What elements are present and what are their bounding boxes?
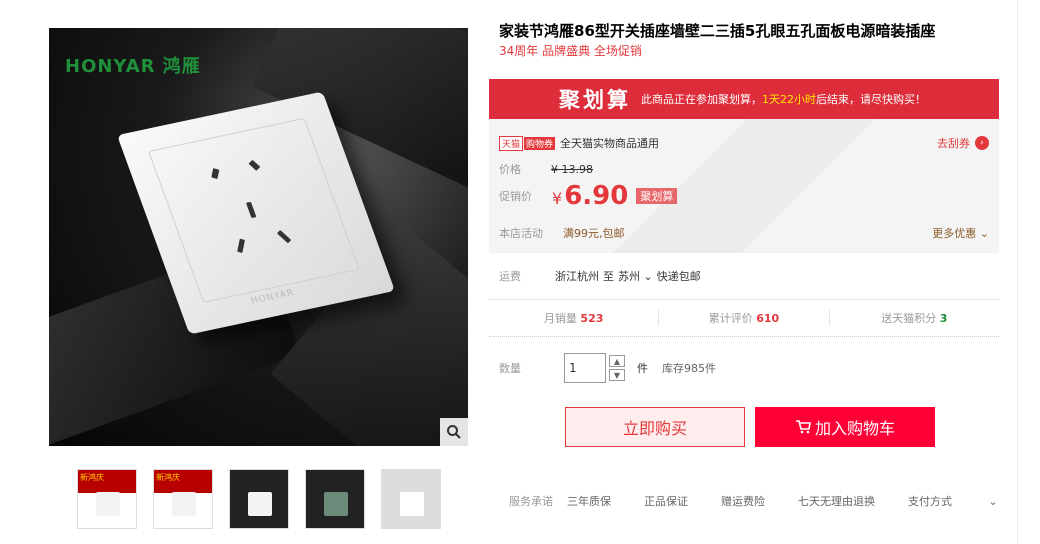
payment-methods[interactable]: 支付方式 ⌄ [908, 493, 1031, 509]
shop-activity-label: 本店活动 [499, 227, 543, 240]
more-offers-link[interactable]: 更多优惠 ⌄ [932, 225, 989, 241]
divider [489, 336, 999, 337]
promo-tag: 聚划算 [636, 188, 678, 204]
juhuasuan-notice: 此商品正在参加聚划算，1天22小时后结束，请尽快购买！ [641, 93, 926, 106]
thumbnail[interactable] [229, 469, 289, 529]
shipping-method: 快递包邮 [656, 270, 701, 283]
decrease-button[interactable]: ▼ [609, 369, 625, 381]
cart-icon [795, 420, 811, 434]
service-label: 服务承诺 [509, 495, 553, 508]
increase-button[interactable]: ▲ [609, 355, 625, 367]
tmall-points: 送天猫积分 3 [881, 312, 948, 325]
promo-row: 促销价 ¥6.90 聚划算 [499, 181, 678, 211]
coupon-badge: 购物券 [524, 136, 556, 150]
price-label: 价格 [499, 163, 521, 176]
juhuasuan-banner: 聚划算 此商品正在参加聚划算，1天22小时后结束，请尽快购买！ [489, 79, 999, 119]
countdown: 1天22小时 [762, 93, 816, 106]
shipping-to-word: 至 [603, 270, 614, 283]
product-main-image[interactable]: HONYAR 鸿雁 HONYAR [49, 28, 468, 446]
promo-price: ¥6.90 [552, 181, 629, 211]
price-row: 价格 ¥ 13.98 [499, 161, 593, 177]
juhuasuan-label: 聚划算 [559, 88, 631, 112]
shipping-from: 浙江杭州 [555, 270, 599, 283]
get-coupon-link[interactable]: 去刮券 › [937, 135, 989, 151]
thumbnail-tag: 新鸿庆 [80, 473, 104, 482]
coupon-desc: 全天猫实物商品通用 [560, 137, 660, 150]
product-subtitle[interactable]: 34周年 品牌盛典 全场促销 [489, 42, 999, 60]
zoom-button[interactable] [440, 418, 468, 446]
quantity-input[interactable] [564, 353, 606, 383]
thumbnail[interactable] [305, 469, 365, 529]
shipping-row: 运费 浙江杭州 至 苏州 ⌄ 快递包邮 [499, 268, 701, 284]
add-to-cart-button[interactable]: 加入购物车 [755, 407, 935, 447]
chevron-down-icon: ⌄ [643, 270, 653, 283]
price-panel: 天猫 购物券 全天猫实物商品通用 去刮券 › 价格 ¥ 13.98 促销价 ¥6.… [489, 119, 999, 253]
original-price: ¥ 13.98 [551, 162, 593, 176]
quantity-unit: 件 [637, 362, 648, 375]
brand-logo: HONYAR 鸿雁 [65, 56, 201, 77]
thumbnail-tag: 新鸿庆 [156, 473, 180, 482]
quantity-stepper: ▲ ▼ [609, 355, 625, 381]
promo-label: 促销价 [499, 190, 532, 203]
stats-row: 月销量 523 累计评价 610 送天猫积分 3 [489, 300, 999, 336]
service-item[interactable]: 七天无理由退换 [798, 493, 875, 509]
magnifier-icon [447, 425, 461, 439]
buy-now-button[interactable]: 立即购买 [565, 407, 745, 447]
service-item[interactable]: 正品保证 [644, 493, 688, 509]
chevron-down-icon: ⌄ [979, 227, 989, 240]
shipping-label: 运费 [499, 270, 521, 283]
monthly-sales: 月销量 523 [489, 310, 660, 326]
stock-count: 库存985件 [662, 362, 716, 375]
shop-activity-row: 本店活动 满99元,包邮 [499, 225, 625, 241]
chevron-down-icon: ⌄ [988, 495, 998, 508]
review-count[interactable]: 累计评价 610 [659, 310, 830, 326]
quantity-row: 数量 ▲ ▼ 件 库存985件 [499, 353, 716, 383]
thumbnail[interactable] [381, 469, 441, 529]
thumbnail[interactable]: 新鸿庆 [77, 469, 137, 529]
arrow-right-icon: › [975, 136, 989, 150]
coupon-row: 天猫 购物券 全天猫实物商品通用 [499, 135, 659, 151]
service-item[interactable]: 赠运费险 [721, 493, 765, 509]
product-title: 家装节鸿雁86型开关插座墙壁二三插5孔眼五孔面板电源暗装插座 [499, 22, 936, 40]
quantity-label: 数量 [499, 362, 521, 375]
shipping-destination[interactable]: 苏州 ⌄ [618, 268, 653, 284]
page-border [1017, 0, 1018, 544]
shop-activity-value: 满99元,包邮 [563, 227, 625, 240]
service-promises: 服务承诺 三年质保 正品保证 赠运费险 七天无理由退换 支付方式 ⌄ [509, 493, 1031, 509]
service-item[interactable]: 三年质保 [567, 493, 611, 509]
thumbnail-list: 新鸿庆 新鸿庆 [77, 469, 441, 529]
tmall-badge: 天猫 [499, 135, 524, 151]
thumbnail[interactable]: 新鸿庆 [153, 469, 213, 529]
